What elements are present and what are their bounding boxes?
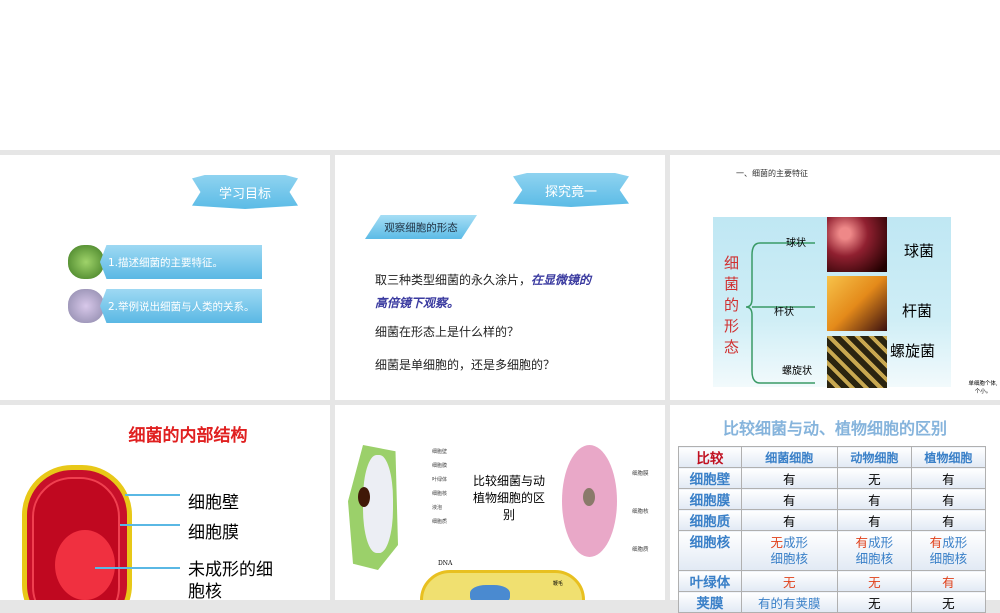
table-cell: 无: [910, 591, 987, 613]
name-coccus: 球菌: [904, 242, 935, 260]
slide-thumbnail-2[interactable]: 探究竟一 观察细胞的形态 取三种类型细菌的永久涂片，在显微镜的高倍镜下观察。 细…: [335, 155, 665, 400]
table-cell: 有: [740, 509, 838, 531]
cell-emphasis: 有: [855, 534, 869, 550]
shape-label-rod: 杆状: [774, 307, 794, 318]
plant-label: 叶绿体: [432, 477, 448, 483]
compare-caption: 比较细菌与动植物细胞的区别: [473, 474, 546, 522]
table-cell: 无成形 细胞核: [740, 530, 838, 571]
table-cell: 有成形 细胞核: [910, 530, 987, 571]
goal-item-1: 1.描述细菌的主要特征。: [100, 245, 262, 279]
name-rod: 杆菌: [902, 302, 933, 320]
vertical-title: 细菌的形态: [724, 254, 740, 356]
table-row: 叶绿体无无有: [678, 570, 987, 592]
plant-labels: 细胞壁细胞膜叶绿体细胞核液泡细胞质: [432, 445, 462, 529]
row-label: 细胞膜: [678, 488, 742, 510]
slide-thumbnail-4[interactable]: 细菌的内部结构 细胞壁 细胞膜 未成形的细胞核: [0, 405, 330, 600]
shape-label-spiral: 螺旋状: [782, 366, 812, 377]
header-cell: 动物细胞: [836, 446, 912, 468]
shape-label-coccus: 球状: [786, 238, 806, 249]
animal-label: 细胞核: [632, 509, 649, 515]
header-cell: 植物细胞: [910, 446, 987, 468]
plant-label: 液泡: [432, 505, 443, 511]
table-cell: 有: [836, 488, 912, 510]
plant-label: 细胞壁: [432, 449, 448, 455]
table-cell: 无: [836, 467, 912, 489]
plant-label: 细胞膜: [432, 463, 448, 469]
bacteria-image: [68, 245, 104, 279]
slide-thumbnail-1[interactable]: 学习目标 1.描述细菌的主要特征。 2.举例说出细菌与人类的关系。: [0, 155, 330, 400]
note-text: 单细胞个体,个小。: [968, 381, 998, 395]
row-label: 细胞质: [678, 509, 742, 531]
plant-label: 细胞质: [432, 519, 448, 525]
row-label: 细胞壁: [678, 467, 742, 489]
name-spiral: 螺旋菌: [890, 342, 936, 360]
flagellum-label: 鞭毛: [553, 581, 564, 587]
table-row: 细胞壁有无有: [678, 467, 987, 489]
header-cell: 比较: [678, 446, 742, 468]
row-label: 荚膜: [678, 591, 742, 613]
table-cell: 无: [740, 570, 838, 592]
table-cell: 有: [910, 467, 987, 489]
learning-goals-ribbon: 学习目标: [192, 175, 298, 209]
label-nucleoid: 未成形的细胞核: [188, 560, 273, 600]
animal-label: 细胞质: [632, 547, 649, 553]
dna-cluster: [470, 585, 510, 600]
bacteria-image: [68, 289, 104, 323]
instruction-text: 取三种类型细菌的永久涂片，在显微镜的高倍镜下观察。: [375, 269, 595, 315]
table-cell: 有: [740, 467, 838, 489]
cell-emphasis: 有: [929, 534, 943, 550]
header-cell: 细菌细胞: [740, 446, 838, 468]
table-cell: 有: [910, 488, 987, 510]
cell-emphasis: 无: [770, 534, 783, 550]
table-cell: 无: [836, 570, 912, 592]
table-cell: 有: [910, 509, 987, 531]
comparison-title: 比较细菌与动、植物细胞的区别: [722, 419, 947, 438]
instruction-plain: 取三种类型细菌的永久涂片，: [375, 273, 532, 287]
row-label: 叶绿体: [678, 570, 742, 592]
spiral-photo: [827, 336, 887, 388]
explore-ribbon: 探究竟一: [513, 173, 629, 207]
goal-item-2: 2.举例说出细菌与人类的关系。: [100, 289, 262, 323]
observe-tag: 观察细胞的形态: [365, 215, 477, 239]
table-row: 细胞膜有有有: [678, 488, 987, 510]
label-cell-membrane: 细胞膜: [188, 523, 239, 543]
row-label: 细胞核: [678, 530, 742, 571]
structure-title: 细菌的内部结构: [128, 426, 248, 446]
table-row: 荚膜 有的有荚膜无无: [678, 591, 987, 613]
question-1: 细菌在形态上是什么样的？: [375, 325, 520, 339]
table-cell: 有的有荚膜: [740, 591, 838, 613]
rod-photo: [827, 276, 887, 331]
table-cell: 无: [836, 591, 912, 613]
table-header-row: 比较 细菌细胞 动物细胞 植物细胞: [678, 446, 987, 468]
slide-thumbnail-5[interactable]: 细胞壁 细胞膜 叶绿体 细胞核 液泡 细胞质 比较细菌与动植物细胞的区别 细胞膜 细胞核 细胞…: [335, 405, 665, 600]
table-row: 细胞核 无成形 细胞核 有成形 细胞核 有成形 细胞核: [678, 530, 987, 571]
plant-label: 细胞核: [432, 491, 448, 497]
slide-heading: 一、细菌的主要特征: [736, 169, 808, 178]
blank-header-area: [0, 0, 1000, 150]
comparison-table: 比较 细菌细胞 动物细胞 植物细胞 细胞壁有无有 细胞膜有有有 细胞质有有有 细…: [678, 446, 987, 613]
dna-label: DNA: [438, 560, 453, 567]
table-cell: 有成形 细胞核: [836, 530, 912, 571]
plant-nucleus: [358, 487, 370, 507]
table-cell: 有: [910, 570, 987, 592]
animal-nucleus: [583, 488, 595, 506]
label-arrows: [95, 494, 180, 569]
table-cell: 有: [836, 509, 912, 531]
table-cell: 有: [740, 488, 838, 510]
slide-thumbnail-3[interactable]: 一、细菌的主要特征 细菌的形态 球状 杆状 螺旋状 球菌 杆菌 螺旋菌 单细胞个…: [670, 155, 1000, 400]
animal-label: 细胞膜: [632, 471, 649, 477]
animal-labels: 细胞膜 细胞核 细胞质: [632, 455, 649, 569]
label-cell-wall: 细胞壁: [188, 493, 239, 513]
question-2: 细菌是单细胞的，还是多细胞的？: [375, 358, 556, 372]
table-row: 细胞质有有有: [678, 509, 987, 531]
coccus-photo: [827, 217, 887, 272]
